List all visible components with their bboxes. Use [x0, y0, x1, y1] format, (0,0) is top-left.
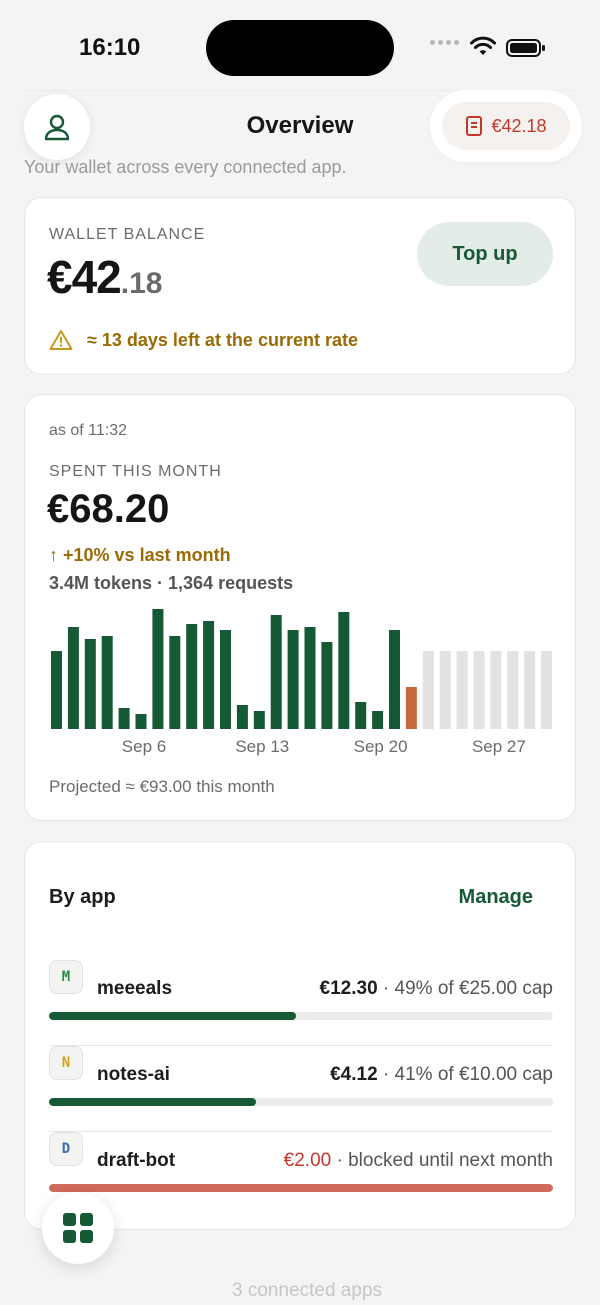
connected-apps-ghost: 3 connected apps [232, 1280, 383, 1301]
by-app-title: By app [49, 886, 116, 908]
bar-projected [439, 651, 451, 729]
app-name: notes-ai [97, 1064, 170, 1085]
status-bar: 16:10 [0, 0, 600, 96]
app-initial-badge: M [49, 960, 83, 994]
runway-warning-text: ≈ 13 days left at the current rate [87, 329, 358, 350]
bar-actual [67, 627, 79, 729]
bar-actual [304, 627, 316, 729]
bar-actual [372, 711, 384, 729]
wifi-icon [470, 36, 496, 55]
signal-icon [430, 40, 459, 45]
app-row-notes-ai[interactable]: Nnotes-ai €4.12 · 41% of €10.00 cap [49, 1046, 553, 1132]
wallet-balance-amount: €42.18 [47, 251, 163, 303]
app-header: Overview €42.18 [0, 90, 600, 162]
bar-projected [456, 651, 468, 729]
bar-actual [236, 705, 248, 729]
runway-warning: ≈ 13 days left at the current rate [49, 329, 358, 351]
bar-actual [84, 639, 96, 729]
page-subtitle: Your wallet across every connected app. [24, 157, 347, 177]
battery-icon [506, 39, 545, 57]
bar-projected [473, 651, 485, 729]
x-tick-label: Sep 6 [122, 737, 166, 756]
usage-summary: 3.4M tokens · 1,364 requests [49, 573, 294, 593]
bar-projected [524, 651, 536, 729]
app-spend-detail: €12.30 · 49% of €25.00 cap [319, 978, 553, 999]
app-name: draft-bot [97, 1150, 176, 1171]
bar-today [405, 687, 417, 729]
bar-actual [203, 621, 215, 729]
app-row-draft-bot[interactable]: Ddraft-bot €2.00 · blocked until next mon… [49, 1132, 553, 1218]
manage-button[interactable]: Manage [459, 886, 533, 909]
as-of-time: as of 11:32 [49, 422, 127, 439]
x-tick-label: Sep 20 [354, 737, 408, 756]
x-tick-label: Sep 13 [235, 737, 289, 756]
wallet-balance-card: WALLET BALANCE €42.18 Top up ≈ 13 days l… [24, 197, 576, 375]
bar-projected [507, 651, 519, 729]
bar-actual [220, 630, 231, 729]
app-cap-progress [49, 1012, 553, 1020]
app-spend-detail: €2.00 · blocked until next month [283, 1150, 553, 1171]
spent-label: SPENT THIS MONTH [49, 463, 222, 480]
dynamic-island [206, 20, 394, 76]
bar-actual [355, 702, 367, 729]
wallet-balance-label: WALLET BALANCE [49, 226, 206, 243]
bar-actual [152, 609, 164, 729]
month-delta: ↑ +10% vs last month [49, 545, 231, 565]
bar-actual [338, 612, 350, 729]
bar-actual [253, 711, 265, 729]
top-up-button[interactable]: Top up [417, 222, 553, 286]
daily-spend-chart: Sep 6 Sep 13 Sep 20 Sep 27 [51, 609, 553, 756]
bar-projected [490, 651, 502, 729]
bar-actual [118, 708, 130, 729]
bar-actual [169, 636, 181, 729]
receipt-icon [466, 116, 483, 136]
balance-pill-button[interactable]: €42.18 [436, 96, 576, 156]
bar-actual [389, 630, 400, 729]
grid-icon [63, 1213, 93, 1243]
app-row-meeeals[interactable]: Mmeeeals €12.30 · 49% of €25.00 cap [49, 960, 553, 1046]
warning-icon [49, 330, 73, 350]
bar-actual [135, 714, 147, 729]
bar-actual [321, 642, 333, 729]
by-app-card: By app Manage Mmeeeals €12.30 · 49% of €2… [24, 841, 576, 1230]
app-spend-detail: €4.12 · 41% of €10.00 cap [330, 1064, 553, 1085]
spent-amount: €68.20 [47, 487, 170, 531]
app-name: meeeals [97, 978, 173, 999]
apps-grid-button[interactable] [42, 1192, 114, 1264]
bar-actual [51, 651, 62, 729]
app-cap-progress [49, 1098, 553, 1106]
bar-actual [101, 636, 113, 729]
spent-this-month-card: as of 11:32 SPENT THIS MONTH €68.20 ↑ +1… [24, 394, 576, 821]
app-cap-progress [49, 1184, 553, 1192]
bar-actual [270, 615, 282, 729]
bar-projected [541, 651, 553, 729]
app-initial-badge: N [49, 1046, 83, 1080]
balance-pill-amount: €42.18 [491, 115, 547, 136]
projected-spend: Projected ≈ €93.00 this month [49, 777, 275, 796]
bar-actual [287, 630, 299, 729]
app-initial-badge: D [49, 1132, 83, 1166]
bar-projected [422, 651, 434, 729]
bar-actual [186, 624, 198, 729]
x-tick-label: Sep 27 [472, 737, 526, 756]
status-time: 16:10 [79, 34, 141, 61]
